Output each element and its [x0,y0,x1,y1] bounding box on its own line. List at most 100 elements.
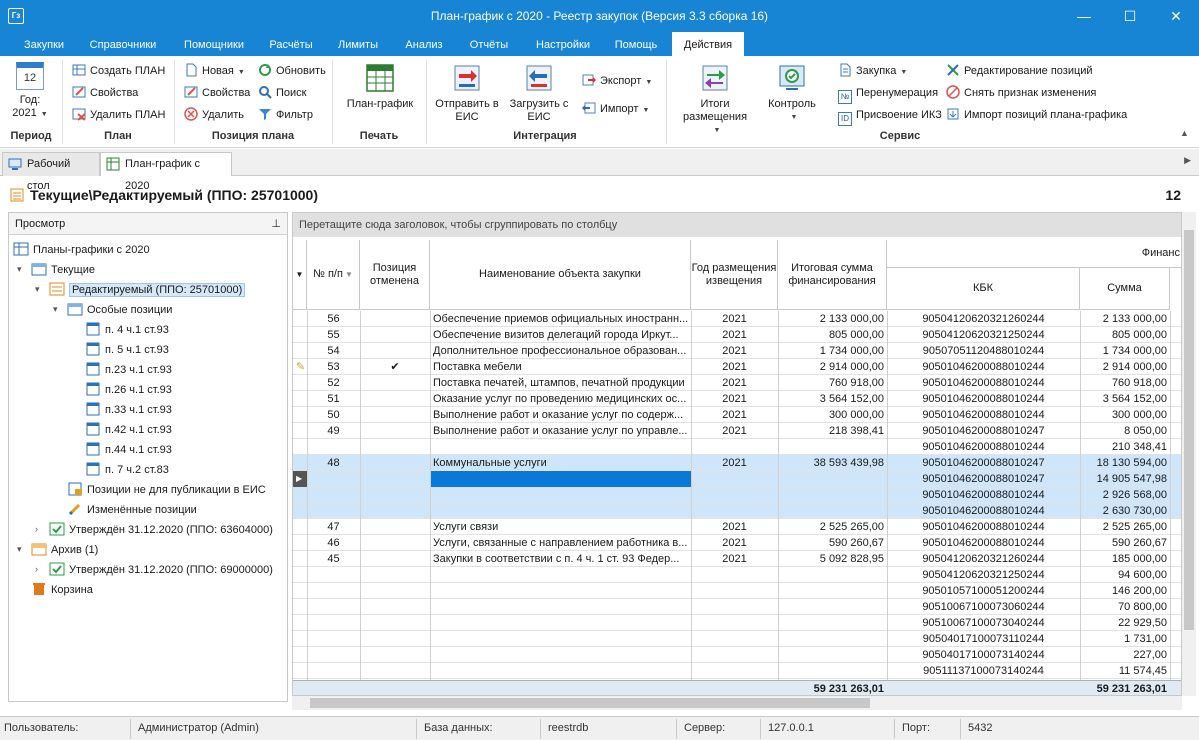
cell-cancelled[interactable] [360,583,430,599]
tree-expander-icon[interactable]: ▾ [35,284,40,295]
col-header-num[interactable]: № п/п ▼ [307,240,360,310]
group-panel[interactable]: Перетащите сюда заголовок, чтобы сгруппи… [293,213,1181,237]
cell-num[interactable] [307,487,360,503]
cell-num[interactable]: 46 [307,535,360,551]
cell-kbk[interactable]: 90501046200088010247 [887,471,1080,487]
tree-node[interactable]: Текущие [31,261,95,279]
cell-num[interactable]: 56 [307,311,360,327]
tab-plan-grafik[interactable]: План-график с 2020 [100,152,232,192]
cell-year[interactable]: 2021 [691,535,778,551]
cell-sum[interactable]: 70 800,00 [1080,599,1170,615]
cell-kbk[interactable]: 90501046200088010244 [887,503,1080,519]
table-row[interactable]: 54 Дополнительное профессиональное образо… [293,343,1181,359]
cell-total[interactable]: 2 525 265,00 [778,519,887,535]
menu-spravochniki[interactable]: Справочники [80,32,166,56]
cell-sum[interactable]: 2 133 000,00 [1080,311,1170,327]
cell-cancelled[interactable] [360,631,430,647]
cell-total[interactable]: 218 398,41 [778,423,887,439]
cell-year[interactable] [691,599,778,615]
cell-total[interactable]: 2 133 000,00 [778,311,887,327]
cell-sum[interactable]: 94 600,00 [1080,567,1170,583]
table-row[interactable]: 51 Оказание услуг по проведению медицинск… [293,391,1181,407]
table-row[interactable]: 90501046200088010244 2 630 730,00 [293,503,1181,519]
cell-kbk[interactable]: 90507051120488010244 [887,343,1080,359]
pin-icon[interactable]: ⊥ [271,213,281,235]
table-row[interactable]: 55 Обеспечение визитов делегаций города И… [293,327,1181,343]
cell-name[interactable] [430,663,691,679]
cell-total[interactable] [778,647,887,663]
cell-sum[interactable]: 8 050,00 [1080,423,1170,439]
tree-node[interactable]: п. 4 ч.1 ст.93 [85,321,169,339]
cell-kbk[interactable]: 90501046200088010244 [887,439,1080,455]
cell-sum[interactable]: 14 905 547,98 [1080,471,1170,487]
cell-sum[interactable]: 590 260,67 [1080,535,1170,551]
cell-total[interactable] [778,487,887,503]
menu-zakupki[interactable]: Закупки [12,32,76,56]
refresh-button[interactable]: Обновить [258,62,326,80]
cell-num[interactable] [307,471,360,487]
cell-num[interactable]: 55 [307,327,360,343]
cell-kbk[interactable]: 90501046200088010244 [887,359,1080,375]
table-row[interactable]: 90504120620321250244 94 600,00 [293,567,1181,583]
year-selector[interactable]: 12 Год: 2021 ▼ [8,62,52,121]
position-properties-button[interactable]: Свойства [184,84,250,102]
table-row[interactable]: 90504017100073140244 227,00 [293,647,1181,663]
menu-pomosh[interactable]: Помощь [606,32,666,56]
cell-total[interactable] [778,663,887,679]
cell-kbk[interactable]: 90501046200088010244 [887,487,1080,503]
cell-total[interactable] [778,503,887,519]
maximize-button[interactable]: ☐ [1107,0,1153,32]
table-row[interactable]: 90501046200088010247 14 905 547,98 ▶ [293,471,1181,487]
table-row[interactable]: 52 Поставка печатей, штампов, печатной пр… [293,375,1181,391]
collapse-ribbon-icon[interactable]: ▲ [1180,128,1189,138]
cell-name[interactable]: Обеспечение визитов делегаций города Ирк… [430,327,691,343]
menu-deystviya[interactable]: Действия [672,32,744,56]
cell-kbk[interactable]: 90510067100073040244 [887,615,1080,631]
table-row[interactable]: 90511137100073140244 11 574,45 [293,663,1181,679]
cell-kbk[interactable]: 90504120620321260244 [887,311,1080,327]
cell-num[interactable] [307,439,360,455]
cell-cancelled[interactable] [360,471,430,487]
cell-total[interactable]: 760 918,00 [778,375,887,391]
column-chooser-icon[interactable]: ▼ [293,240,307,310]
cell-name[interactable] [430,583,691,599]
plan-properties-button[interactable]: Свойства [72,84,138,102]
cell-year[interactable] [691,439,778,455]
tree-expander-icon[interactable]: ▾ [17,264,22,275]
cell-year[interactable] [691,487,778,503]
menu-pomoshniki[interactable]: Помощники [172,32,256,56]
cell-year[interactable]: 2021 [691,551,778,567]
cell-year[interactable]: 2021 [691,519,778,535]
import-button[interactable]: Импорт ▼ [582,100,649,118]
cell-name[interactable] [430,599,691,615]
col-header-year[interactable]: Год размещения извещения [691,240,778,310]
cell-kbk[interactable]: 90504017100073140244 [887,647,1080,663]
col-header-sum[interactable]: Сумма [1080,268,1170,310]
cell-cancelled[interactable] [360,647,430,663]
col-header-kbk[interactable]: КБК [887,268,1080,310]
cell-name[interactable] [430,503,691,519]
table-row[interactable]: 49 Выполнение работ и оказание услуг по у… [293,423,1181,439]
tree-node[interactable]: Планы-графики с 2020 [13,241,150,259]
cell-cancelled[interactable] [360,375,430,391]
cell-name[interactable]: Оказание услуг по проведению медицинских… [430,391,691,407]
col-header-financing[interactable]: Финанс [887,240,1181,268]
col-header-total[interactable]: Итоговая сумма финансирования [778,240,887,310]
delete-plan-button[interactable]: Удалить ПЛАН [72,106,165,124]
cell-name[interactable]: Услуги связи [430,519,691,535]
cell-num[interactable]: 51 [307,391,360,407]
cell-name[interactable]: Поставка мебели [430,359,691,375]
cell-total[interactable] [778,599,887,615]
table-row[interactable]: 90504017100073110244 1 731,00 [293,631,1181,647]
cell-sum[interactable]: 2 525 265,00 [1080,519,1170,535]
tree-node[interactable]: Утверждён 31.12.2020 (ППО: 63604000) [49,521,273,539]
cell-name[interactable] [430,439,691,455]
menu-nastroyki[interactable]: Настройки [526,32,600,56]
table-row[interactable]: 45 Закупки в соответствии с п. 4 ч. 1 ст.… [293,551,1181,567]
cell-num[interactable]: 45 [307,551,360,567]
cell-name[interactable]: Выполнение работ и оказание услуг по сод… [430,407,691,423]
minimize-button[interactable]: — [1061,0,1107,32]
cell-year[interactable]: 2021 [691,423,778,439]
table-row[interactable]: 90501057100051200244 146 200,00 [293,583,1181,599]
cell-cancelled[interactable] [360,599,430,615]
